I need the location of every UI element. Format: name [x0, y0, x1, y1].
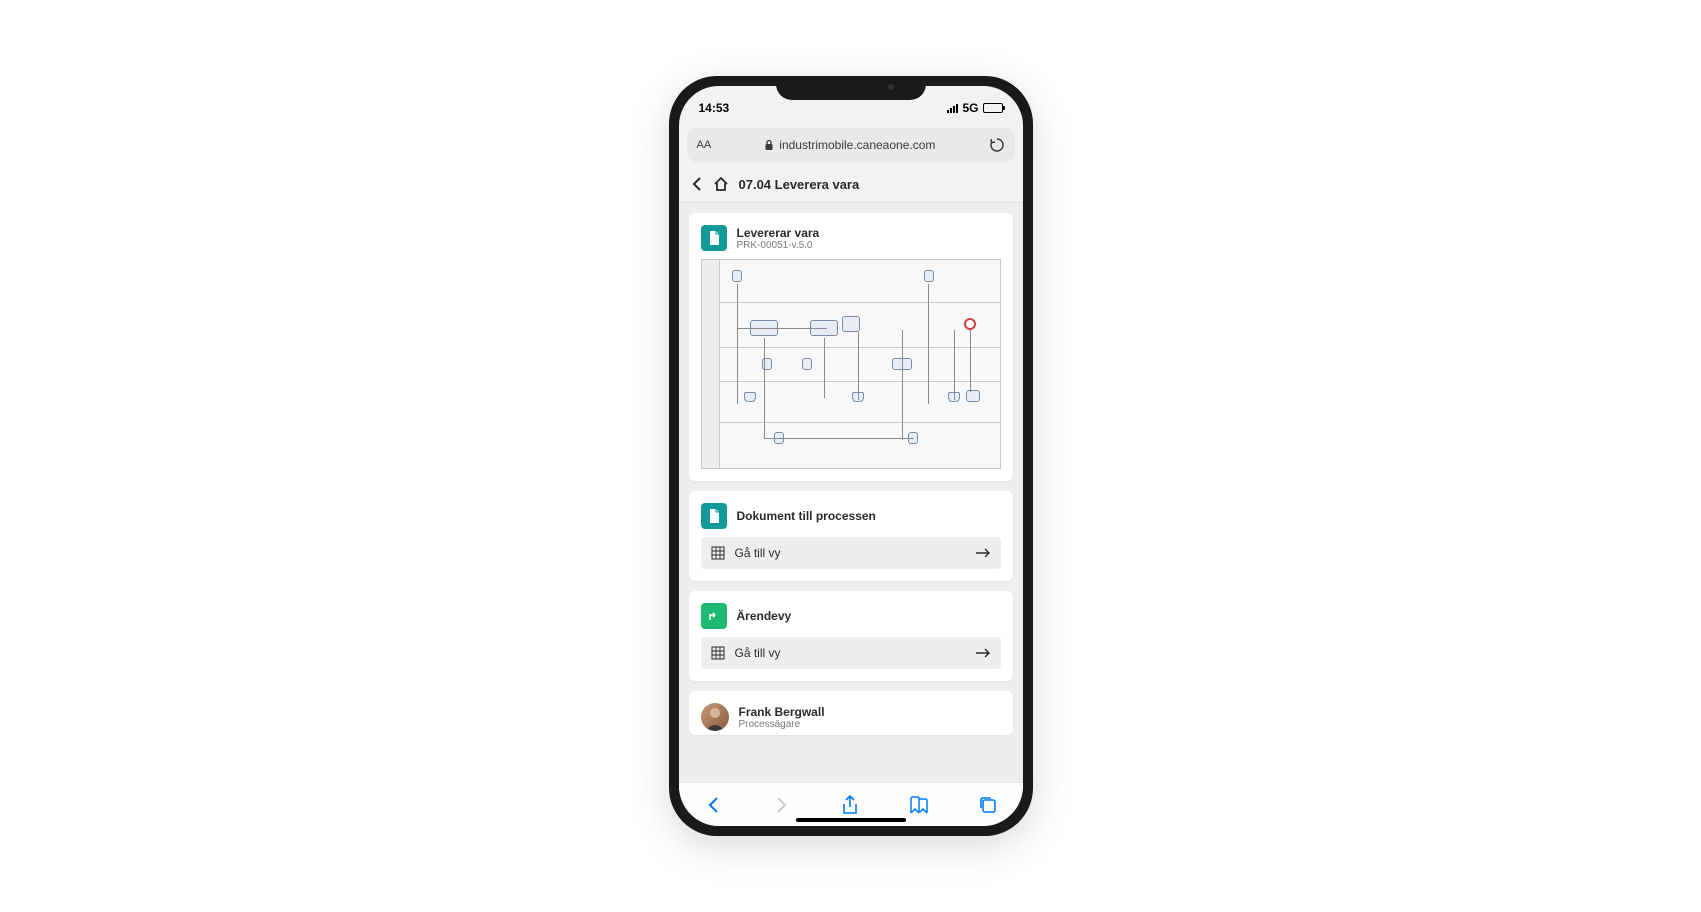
url-host: industrimobile.caneaone.com	[779, 138, 935, 152]
grid-icon	[711, 546, 725, 560]
clock-text: 14:53	[699, 101, 730, 115]
process-code: PRK-00051-v.5.0	[737, 240, 820, 251]
process-title: Levererar vara	[737, 226, 820, 240]
owner-card: Frank Bergwall Processägare	[689, 691, 1013, 735]
owner-role: Processägare	[739, 719, 825, 730]
caseview-card: Ärendevy Gå till vy	[689, 591, 1013, 681]
network-label: 5G	[962, 101, 978, 115]
signal-icon	[947, 104, 958, 113]
caseview-title: Ärendevy	[737, 609, 792, 623]
arrow-right-icon	[975, 547, 991, 559]
documents-goto-button[interactable]: Gå till vy	[701, 537, 1001, 569]
home-icon[interactable]	[713, 176, 729, 192]
tabs-icon[interactable]	[977, 794, 999, 816]
grid-icon	[711, 646, 725, 660]
page-title: 07.04 Leverera vara	[739, 177, 860, 192]
phone-notch	[776, 76, 926, 100]
safari-address-bar[interactable]: AA industrimobile.caneaone.com	[687, 128, 1015, 162]
page-header: 07.04 Leverera vara	[679, 166, 1023, 203]
lock-icon	[764, 139, 774, 151]
share-icon[interactable]	[839, 794, 861, 816]
nav-forward-icon	[771, 794, 793, 816]
avatar	[701, 703, 729, 731]
arrow-right-icon	[975, 647, 991, 659]
document-icon	[701, 503, 727, 529]
owner-name: Frank Bergwall	[739, 705, 825, 719]
battery-icon	[983, 103, 1003, 113]
bpmn-diagram[interactable]	[701, 259, 1001, 469]
documents-card: Dokument till processen Gå till vy	[689, 491, 1013, 581]
bookmarks-icon[interactable]	[908, 794, 930, 816]
text-size-icon[interactable]: AA	[697, 139, 712, 151]
nav-back-icon[interactable]	[702, 794, 724, 816]
documents-goto-label: Gå till vy	[735, 546, 781, 560]
phone-screen: 14:53 5G AA industrimobile.caneaone.com	[679, 86, 1023, 826]
back-icon[interactable]	[691, 177, 703, 191]
home-indicator[interactable]	[796, 818, 906, 822]
app-viewport: 07.04 Leverera vara Levererar vara PRK-0…	[679, 166, 1023, 782]
process-card: Levererar vara PRK-00051-v.5.0	[689, 213, 1013, 481]
caseview-goto-label: Gå till vy	[735, 646, 781, 660]
reload-icon[interactable]	[989, 137, 1005, 153]
case-icon	[701, 603, 727, 629]
documents-title: Dokument till processen	[737, 509, 876, 523]
caseview-goto-button[interactable]: Gå till vy	[701, 637, 1001, 669]
document-icon	[701, 225, 727, 251]
phone-device-frame: 14:53 5G AA industrimobile.caneaone.com	[669, 76, 1033, 836]
